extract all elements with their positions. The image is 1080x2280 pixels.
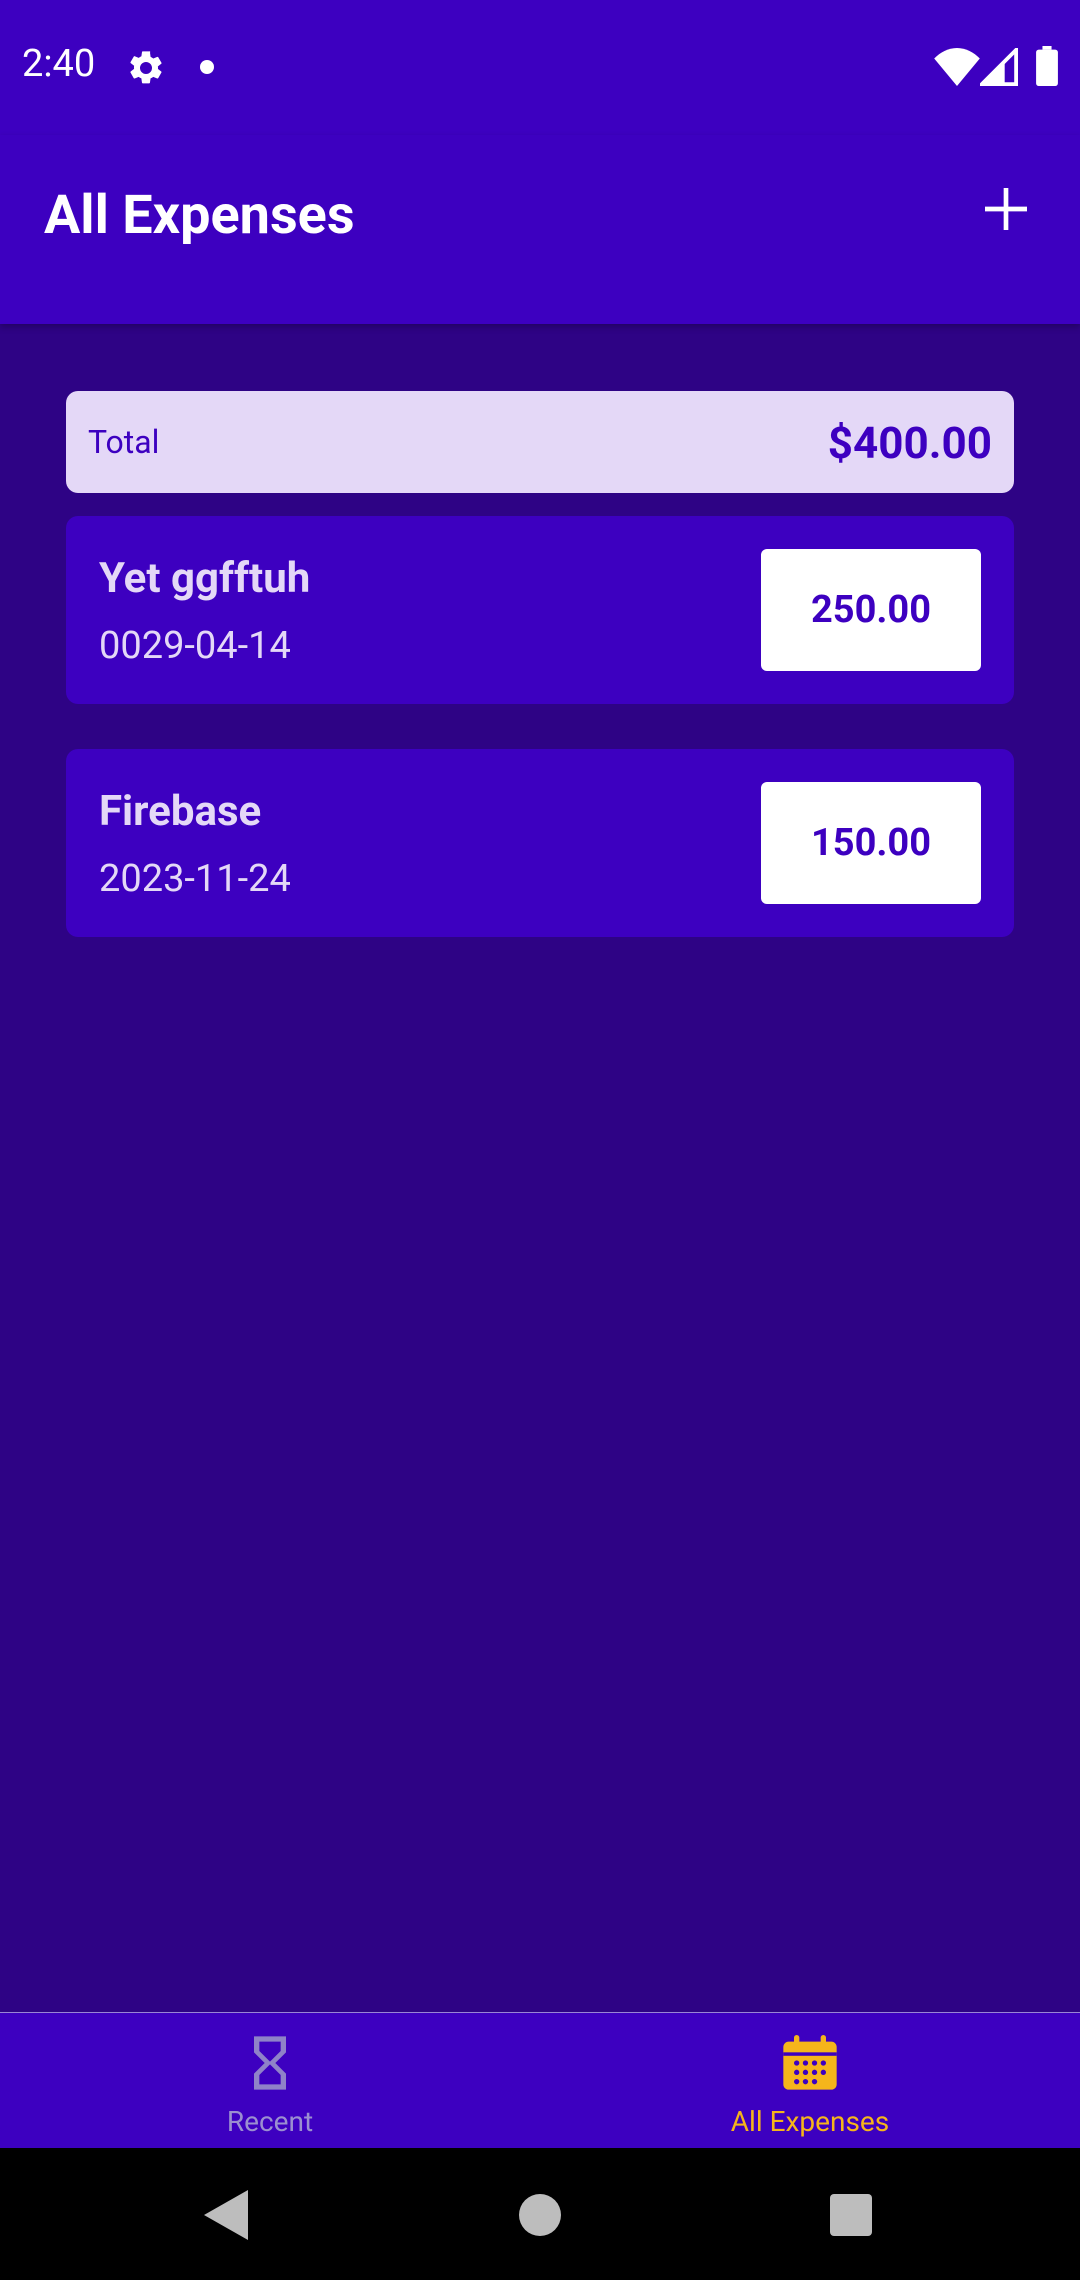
expense-date: 2023-11-24 bbox=[99, 857, 291, 901]
plus-icon[interactable] bbox=[978, 181, 1034, 237]
signal-icon bbox=[980, 48, 1018, 86]
calendar-icon bbox=[783, 2035, 837, 2090]
battery-icon bbox=[1036, 46, 1058, 86]
nav-label-all-expenses: All Expenses bbox=[730, 2105, 890, 2138]
nav-tab-all-expenses[interactable]: All Expenses bbox=[540, 2013, 1080, 2148]
app-bar: All Expenses bbox=[0, 135, 1080, 324]
bottom-navigation: Recent All Expenses bbox=[0, 2012, 1080, 2148]
expense-title: Firebase bbox=[99, 787, 262, 836]
gear-icon bbox=[130, 51, 162, 84]
status-bar: 2:40 bbox=[0, 0, 1080, 135]
total-label: Total bbox=[88, 423, 160, 461]
notification-dot-icon bbox=[200, 60, 214, 74]
page-title: All Expenses bbox=[44, 184, 355, 247]
total-summary-card: Total $400.00 bbox=[66, 391, 1014, 493]
nav-tab-recent[interactable]: Recent bbox=[0, 2013, 540, 2148]
expense-title: Yet ggfftuh bbox=[99, 554, 311, 603]
expense-item[interactable]: Yet ggfftuh 0029-04-14 250.00 bbox=[66, 516, 1014, 704]
home-icon[interactable] bbox=[519, 2194, 561, 2236]
total-value: $400.00 bbox=[827, 417, 992, 469]
expense-amount: 150.00 bbox=[761, 782, 981, 904]
wifi-icon bbox=[934, 48, 980, 86]
status-time: 2:40 bbox=[22, 42, 96, 86]
expense-item[interactable]: Firebase 2023-11-24 150.00 bbox=[66, 749, 1014, 937]
expense-date: 0029-04-14 bbox=[99, 624, 291, 668]
nav-label-recent: Recent bbox=[226, 2105, 314, 2138]
back-icon[interactable] bbox=[204, 2190, 248, 2240]
hourglass-icon bbox=[254, 2036, 286, 2090]
recents-icon[interactable] bbox=[830, 2194, 872, 2236]
system-navigation-bar bbox=[0, 2148, 1080, 2280]
expense-amount: 250.00 bbox=[761, 549, 981, 671]
